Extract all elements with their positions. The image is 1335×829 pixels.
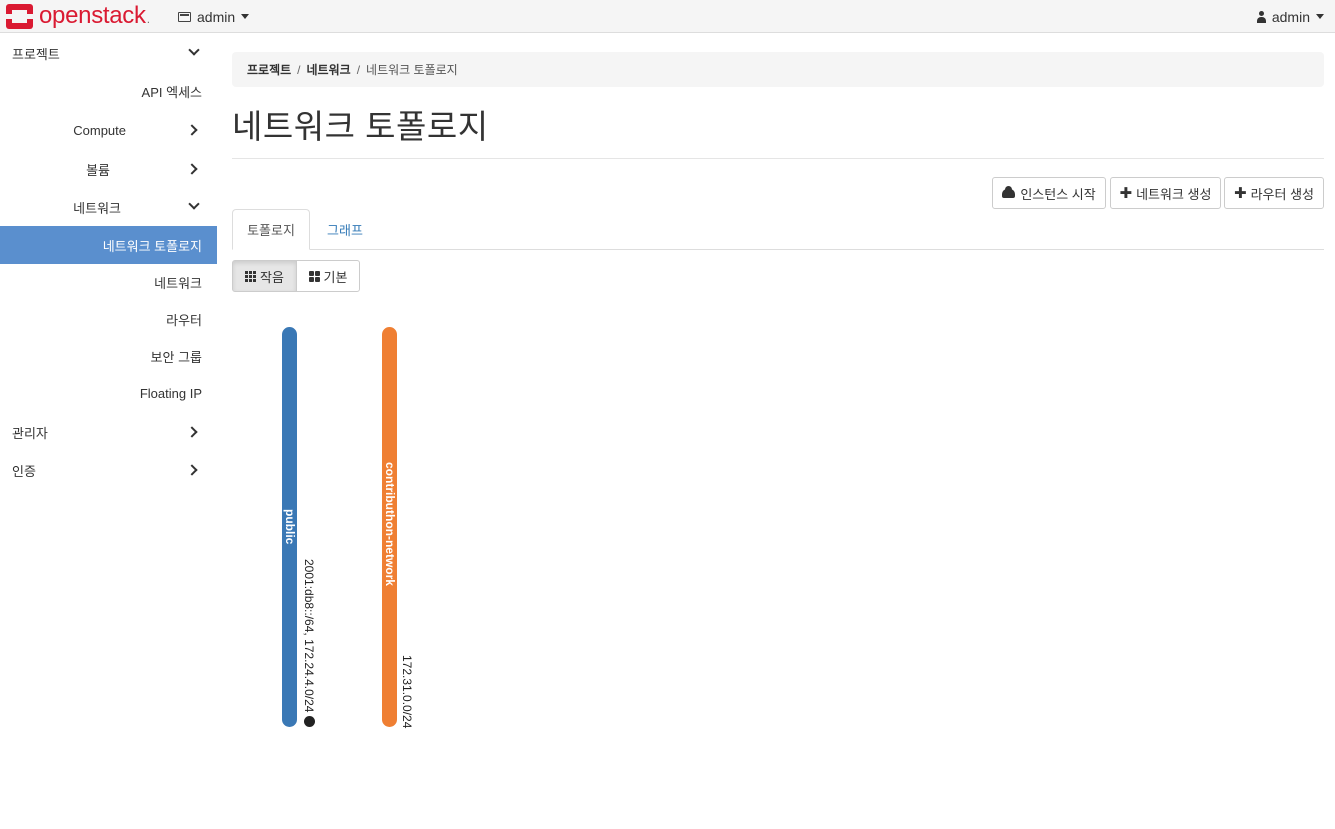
chevron-down-icon bbox=[188, 44, 200, 56]
user-menu-label: admin bbox=[1271, 8, 1310, 25]
sidebar-item-network-topology[interactable]: 네트워크 토폴로지 bbox=[0, 226, 217, 264]
sidebar-item-label: Floating IP bbox=[139, 385, 202, 401]
brand-suffix: . bbox=[146, 12, 151, 26]
sidebar-item-label: 네트워크 bbox=[73, 200, 121, 216]
normal-view-label: 기본 bbox=[323, 269, 348, 285]
caret-down-icon bbox=[241, 14, 250, 19]
normal-view-button[interactable]: 기본 bbox=[296, 260, 360, 292]
network-cidr-public: 2001:db8::/64, 172.24.4.0/24 bbox=[302, 559, 316, 728]
sidebar-item-admin[interactable]: 관리자 bbox=[0, 413, 217, 451]
sidebar-item-label: API 엑세스 bbox=[141, 84, 202, 100]
sidebar-item-security-groups[interactable]: 보안 그룹 bbox=[0, 337, 217, 375]
sidebar-item-routers[interactable]: 라우터 bbox=[0, 300, 217, 338]
sidebar-item-label: 볼륨 bbox=[86, 162, 110, 178]
grid-large-icon bbox=[308, 270, 320, 282]
sidebar-item-network[interactable]: 네트워크 bbox=[0, 188, 217, 226]
sidebar-item-networks[interactable]: 네트워크 bbox=[0, 263, 217, 301]
sidebar-item-identity[interactable]: 인증 bbox=[0, 451, 217, 489]
divider bbox=[232, 158, 1324, 159]
grid-small-icon bbox=[245, 270, 257, 282]
chevron-right-icon bbox=[186, 464, 198, 476]
breadcrumb-link-project[interactable]: 프로젝트 bbox=[247, 61, 291, 78]
project-selector-label: admin bbox=[197, 8, 236, 25]
network-cidr-public-text: 2001:db8::/64, 172.24.4.0/24 bbox=[302, 559, 316, 713]
openstack-logo-icon bbox=[6, 3, 33, 29]
sidebar-item-label: 네트워크 bbox=[154, 275, 202, 291]
create-router-button[interactable]: ✚ 라우터 생성 bbox=[1224, 177, 1324, 209]
network-name-public[interactable]: public bbox=[283, 509, 297, 544]
create-network-button[interactable]: ✚ 네트워크 생성 bbox=[1110, 177, 1221, 209]
sidebar-item-label: Compute bbox=[73, 122, 126, 138]
small-view-label: 작음 bbox=[260, 269, 284, 285]
create-router-label: 라우터 생성 bbox=[1250, 186, 1314, 202]
launch-instance-label: 인스턴스 시작 bbox=[1020, 186, 1096, 202]
caret-down-icon bbox=[1316, 14, 1324, 19]
cloud-upload-icon bbox=[1002, 185, 1016, 198]
small-view-button[interactable]: 작음 bbox=[232, 260, 297, 292]
user-icon bbox=[1256, 10, 1266, 23]
network-name-contributhon[interactable]: contributhon-network bbox=[383, 462, 397, 586]
sidebar-item-label: 라우터 bbox=[166, 312, 202, 328]
sidebar-item-label: 보안 그룹 bbox=[150, 349, 202, 365]
top-navbar: openstack . admin admin bbox=[0, 0, 1335, 33]
chevron-right-icon bbox=[186, 163, 198, 175]
sidebar-item-api-access[interactable]: API 엑세스 bbox=[0, 72, 217, 110]
sidebar-item-volume[interactable]: 볼륨 bbox=[0, 150, 217, 188]
tab-graph[interactable]: 그래프 bbox=[316, 209, 374, 250]
sidebar-item-floating-ip[interactable]: Floating IP bbox=[0, 374, 217, 412]
sidebar-item-project[interactable]: 프로젝트 bbox=[0, 34, 217, 72]
project-selector[interactable]: admin bbox=[178, 0, 250, 33]
user-menu[interactable]: admin bbox=[1256, 0, 1324, 33]
launch-instance-button[interactable]: 인스턴스 시작 bbox=[992, 177, 1106, 209]
breadcrumb: 프로젝트 / 네트워크 / 네트워크 토폴로지 bbox=[232, 52, 1324, 87]
plus-icon: ✚ bbox=[1234, 185, 1247, 202]
chevron-down-icon bbox=[188, 198, 200, 210]
sidebar-item-label: 프로젝트 bbox=[12, 46, 60, 62]
openstack-logo[interactable]: openstack . bbox=[6, 2, 150, 30]
sidebar-item-label: 인증 bbox=[12, 463, 36, 479]
breadcrumb-current: 네트워크 토폴로지 bbox=[366, 63, 458, 77]
page-title: 네트워크 토폴로지 bbox=[232, 108, 489, 145]
chevron-right-icon bbox=[186, 426, 198, 438]
brand-name: openstack bbox=[39, 2, 146, 29]
globe-icon bbox=[304, 716, 315, 728]
create-network-label: 네트워크 생성 bbox=[1136, 186, 1212, 202]
breadcrumb-separator: / bbox=[356, 62, 361, 77]
sidebar-item-label: 네트워크 토폴로지 bbox=[102, 238, 202, 254]
sidebar: 프로젝트 API 엑세스 Compute 볼륨 네트워크 네트워크 토폴로지 네… bbox=[0, 34, 217, 829]
plus-icon: ✚ bbox=[1119, 185, 1133, 202]
breadcrumb-link-network[interactable]: 네트워크 bbox=[307, 61, 351, 78]
view-tabs: 토폴로지 그래프 bbox=[232, 209, 1324, 250]
breadcrumb-separator: / bbox=[297, 62, 301, 77]
tab-topology[interactable]: 토폴로지 bbox=[232, 209, 310, 250]
sidebar-item-label: 관리자 bbox=[12, 425, 48, 441]
sidebar-item-compute[interactable]: Compute bbox=[0, 111, 217, 149]
network-cidr-contributhon: 172.31.0.0/24 bbox=[400, 655, 414, 729]
chevron-right-icon bbox=[186, 124, 198, 136]
project-icon bbox=[178, 11, 191, 22]
